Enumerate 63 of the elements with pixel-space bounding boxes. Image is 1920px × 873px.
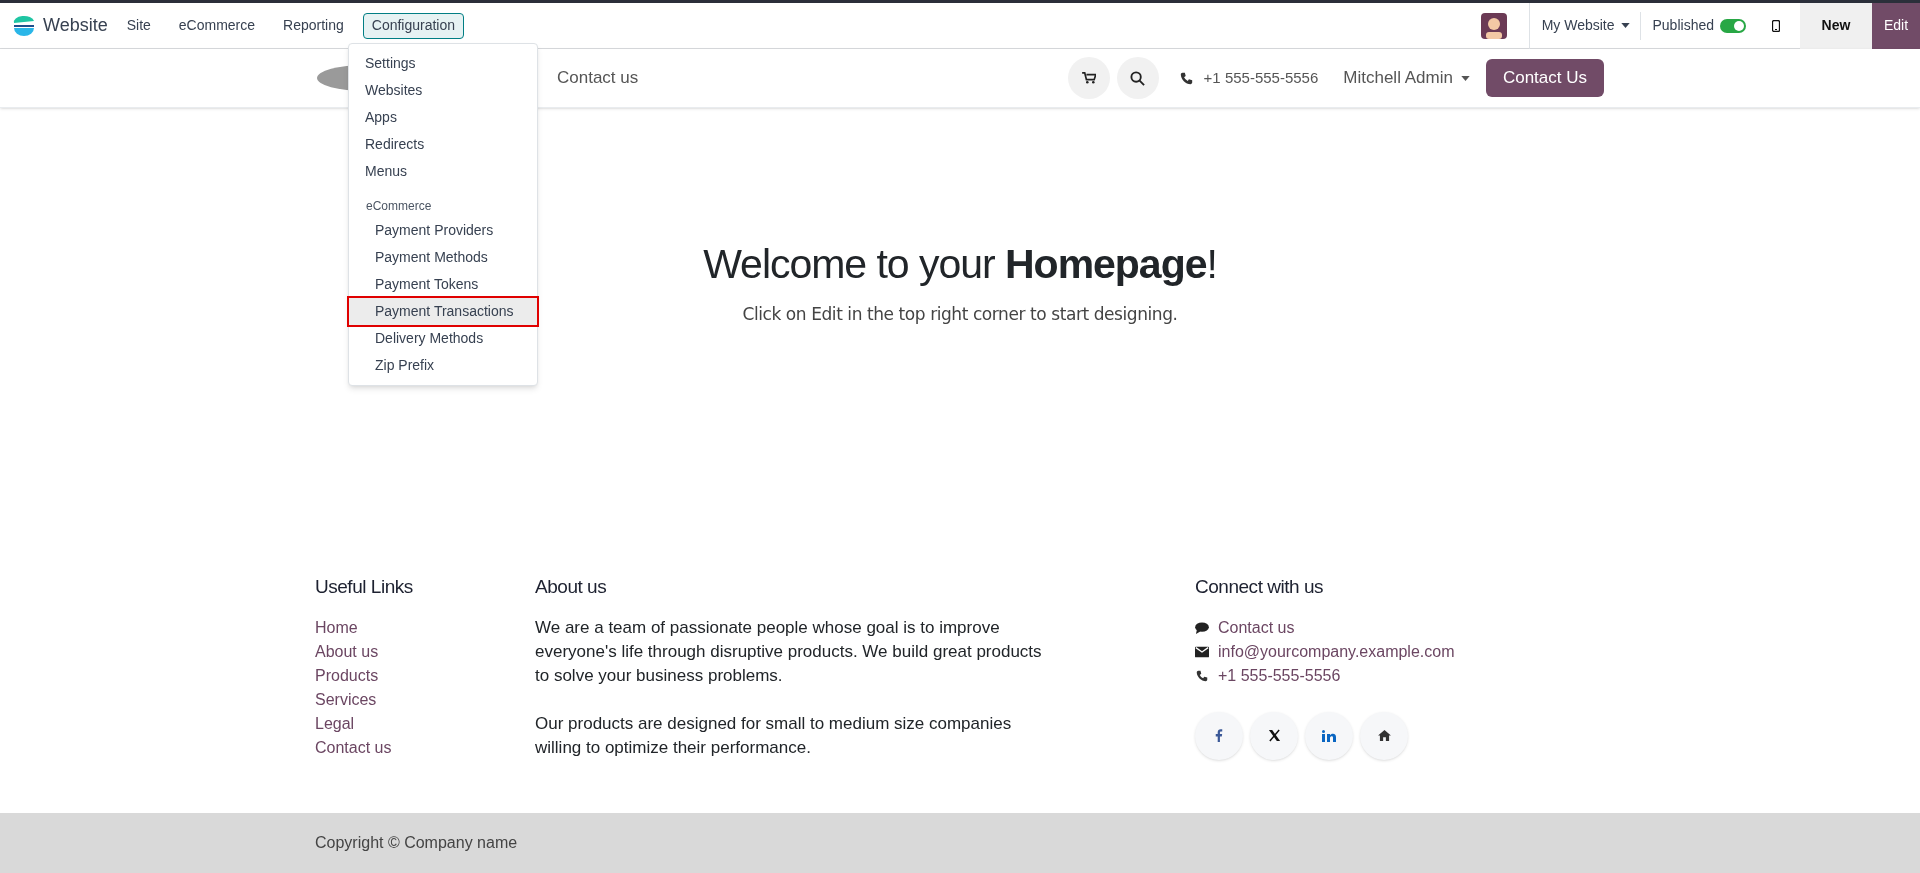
published-label: Published: [1652, 16, 1714, 35]
mail-icon: [1195, 645, 1209, 658]
phone-icon: [1195, 669, 1209, 682]
avatar[interactable]: [1480, 12, 1507, 39]
copyright-text: Copyright © Company name: [315, 833, 518, 853]
dropdown-item[interactable]: Redirects: [349, 131, 537, 158]
dropdown-item[interactable]: Menus: [349, 158, 537, 185]
caret-icon: [1460, 75, 1470, 81]
contact-link[interactable]: +1 555-555-5556: [1218, 663, 1341, 688]
hero-subtitle: Click on Edit in the top right corner to start designing.: [742, 302, 1178, 326]
footer-heading: Connect with us: [1195, 575, 1325, 599]
linkedin-icon: [1322, 729, 1336, 742]
published-toggle[interactable]: [1720, 18, 1746, 33]
about-paragraph: We are a team of passionate people whose goal is to improve everyone's life through disruptive products. We build great products to solve your business problems.: [535, 616, 1043, 687]
footer-link[interactable]: Legal: [315, 711, 355, 736]
dropdown-item[interactable]: Payment Methods: [349, 244, 537, 271]
contact-link[interactable]: Contact us: [1218, 615, 1295, 640]
dropdown-item[interactable]: Apps: [349, 104, 537, 131]
footer-link[interactable]: Home: [315, 615, 358, 640]
menu-item[interactable]: Reporting: [274, 12, 353, 39]
phone-icon: [1179, 71, 1193, 85]
dropdown-item[interactable]: Delivery Methods: [349, 325, 537, 352]
search-icon: [1130, 70, 1146, 86]
dropdown-item[interactable]: Websites: [349, 77, 537, 104]
user-menu[interactable]: Mitchell Admin: [1343, 65, 1470, 91]
social-button[interactable]: [1305, 711, 1353, 760]
contact-link[interactable]: info@yourcompany.example.com: [1218, 639, 1455, 664]
new-button[interactable]: New: [1800, 2, 1872, 49]
caret-icon: [1620, 23, 1630, 28]
hero-title: Welcome to your Homepage!: [703, 240, 1217, 289]
dropdown-item[interactable]: Payment Tokens: [349, 271, 537, 298]
home-icon: [1377, 730, 1391, 741]
website-switcher[interactable]: My Website: [1541, 15, 1630, 36]
footer-link[interactable]: Services: [315, 687, 377, 712]
search-button[interactable]: [1116, 57, 1159, 99]
social-button[interactable]: [1250, 711, 1298, 760]
footer-link[interactable]: About us: [315, 639, 379, 664]
about-paragraph: Our products are designed for small to medium size companies willing to optimize their performance.: [535, 712, 1013, 759]
nav-link[interactable]: Contact us: [557, 65, 639, 91]
edit-button[interactable]: Edit: [1872, 2, 1920, 49]
phone-number: +1 555-555-5556: [1203, 67, 1319, 88]
x-icon: [1267, 729, 1281, 742]
dropdown-item[interactable]: Settings: [349, 50, 537, 77]
contact-us-button[interactable]: Contact Us: [1485, 59, 1604, 97]
cart-button[interactable]: [1067, 57, 1110, 99]
menu-item[interactable]: eCommerce: [169, 12, 265, 39]
dropdown-item[interactable]: Payment Providers: [349, 217, 537, 244]
app-logo-icon: [12, 13, 36, 38]
menu-item[interactable]: Configuration: [362, 12, 465, 39]
app-name[interactable]: Website: [43, 12, 108, 39]
dropdown-item[interactable]: Payment Transactions: [349, 298, 537, 325]
menu-section-header: eCommerce: [365, 198, 433, 215]
chat-icon: [1195, 621, 1209, 634]
footer-heading: About us: [535, 575, 608, 599]
social-button[interactable]: [1360, 711, 1408, 760]
footer-link[interactable]: Products: [315, 663, 379, 688]
mobile-preview-icon: [1772, 19, 1780, 32]
facebook-icon: [1215, 729, 1223, 742]
cart-icon: [1081, 72, 1096, 84]
footer-heading: Useful Links: [315, 575, 414, 599]
footer-link[interactable]: Contact us: [315, 735, 392, 760]
dropdown-item[interactable]: Zip Prefix: [349, 352, 537, 379]
menu-item[interactable]: Site: [117, 12, 160, 39]
